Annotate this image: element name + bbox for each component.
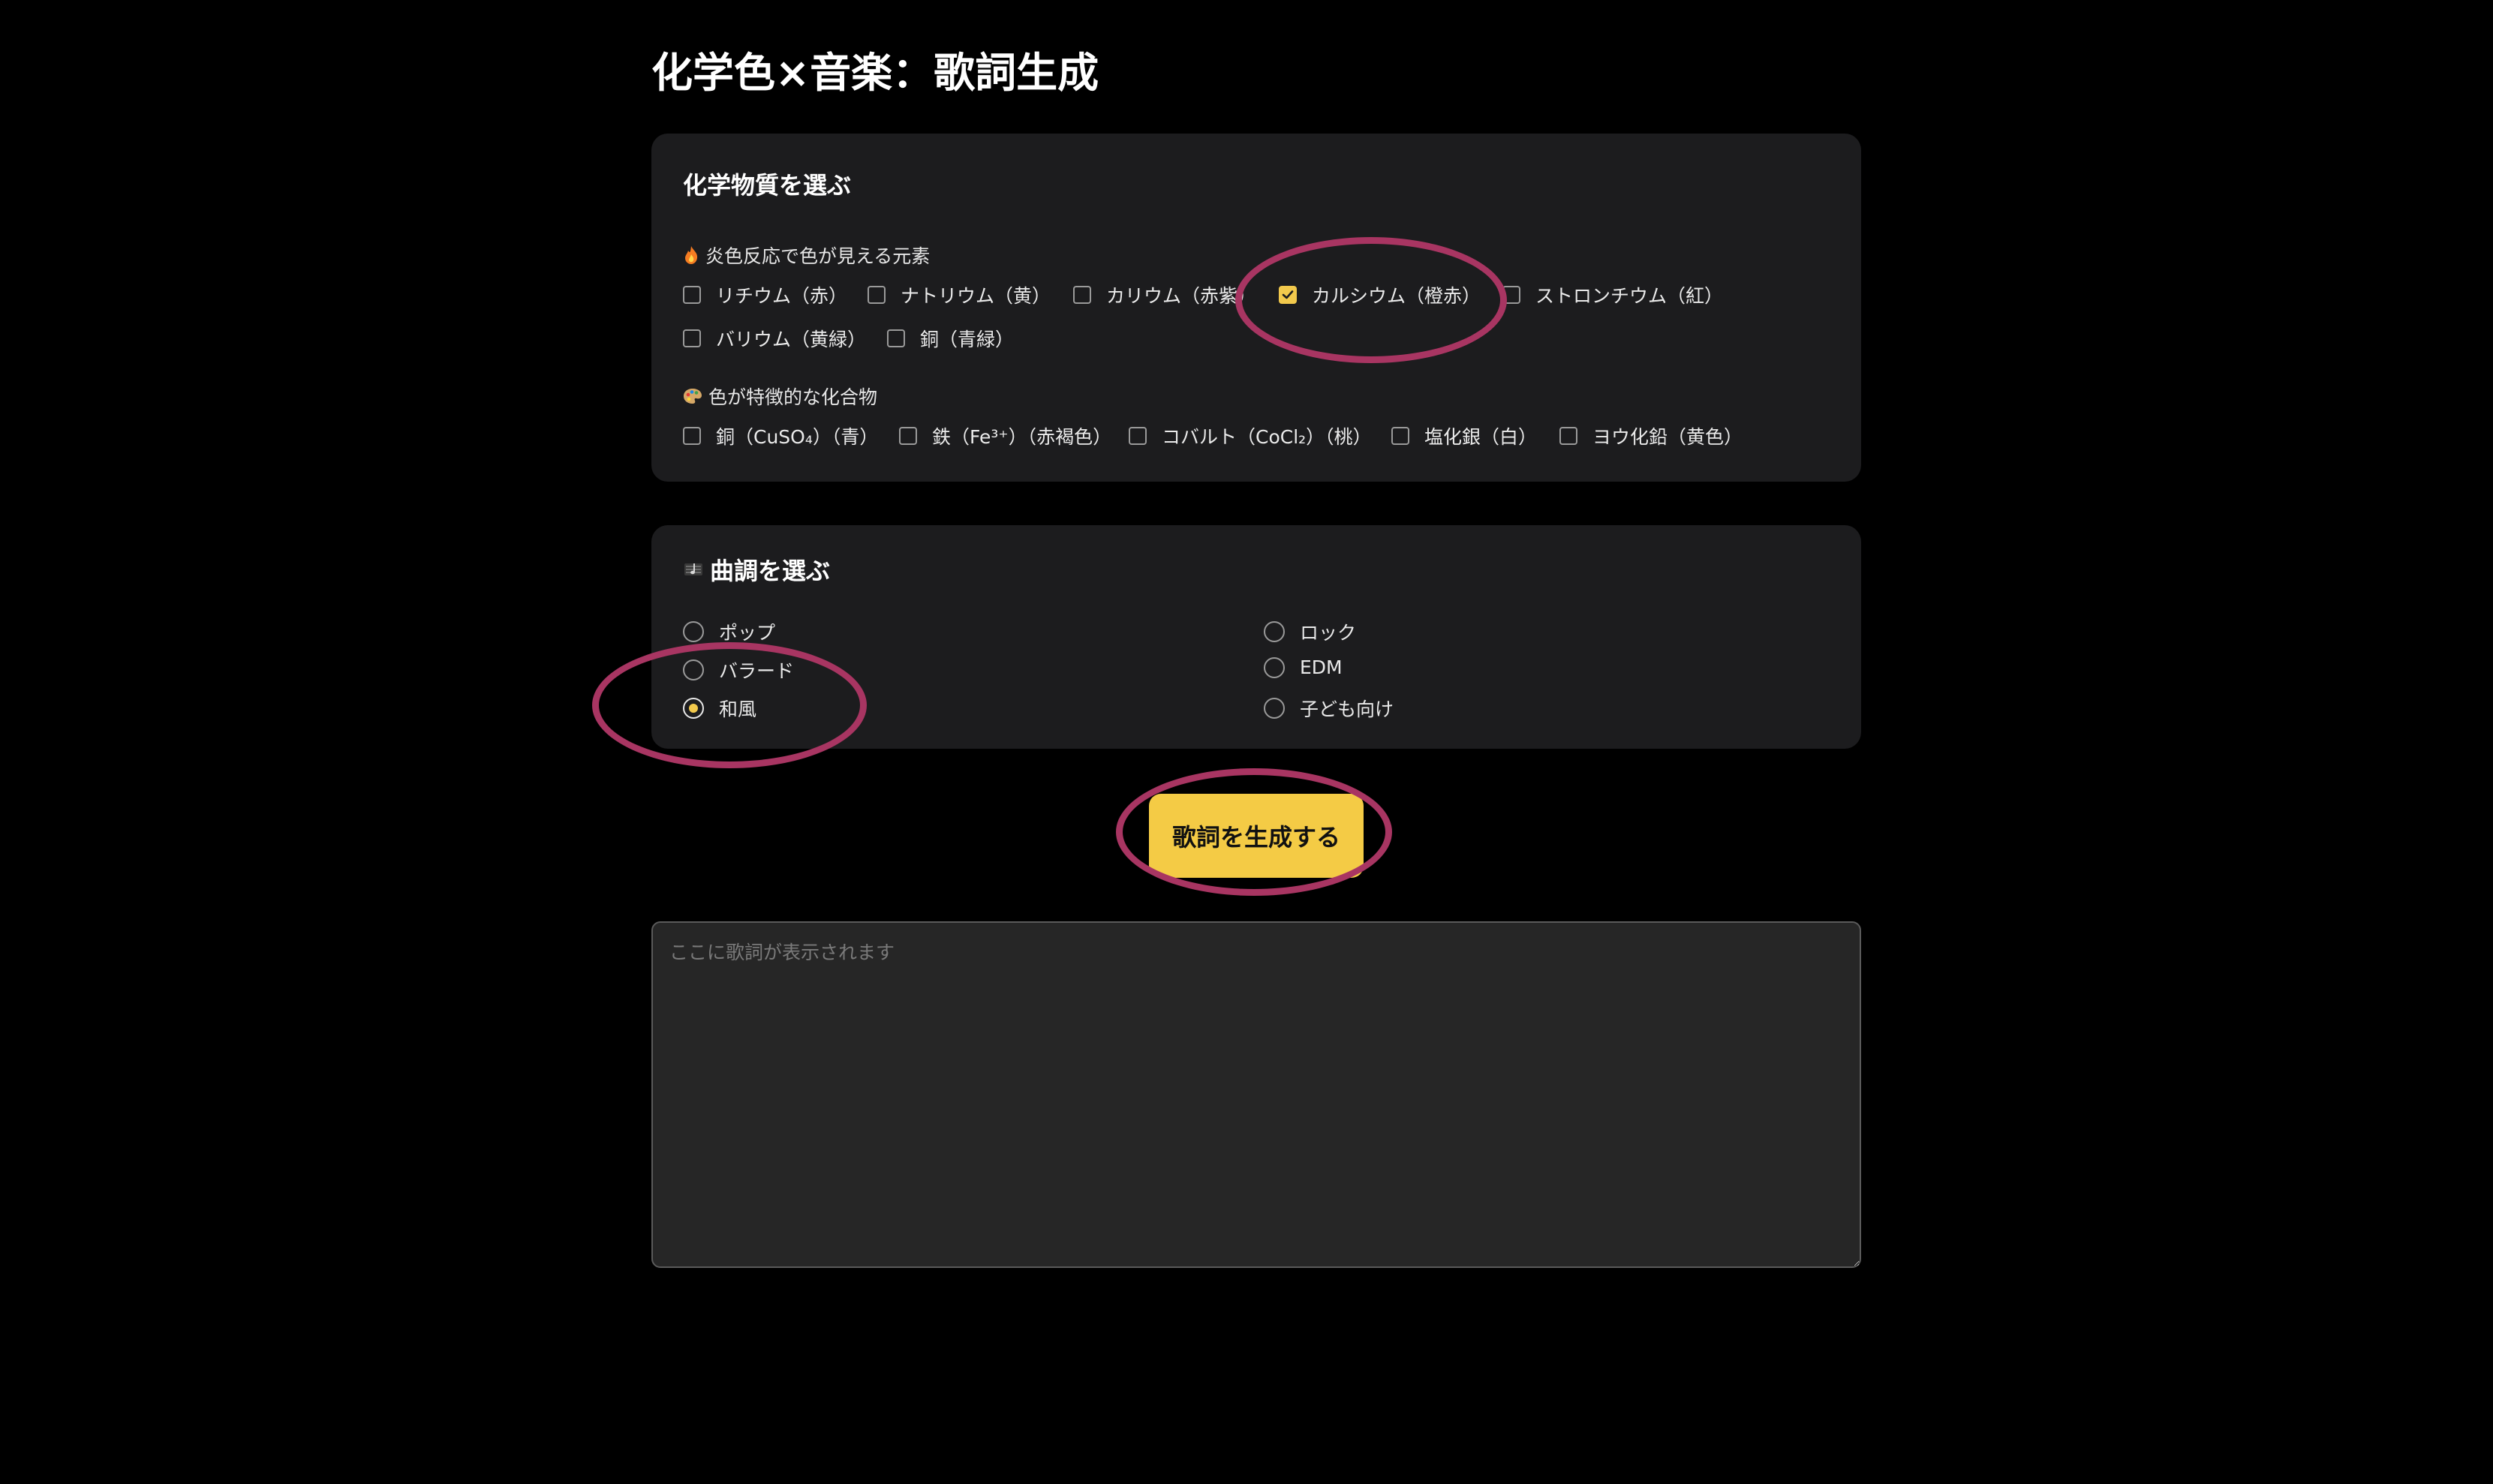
radio-pop[interactable]: ポップ xyxy=(683,618,775,645)
checkbox-copper[interactable]: 銅（青緑） xyxy=(887,325,1014,352)
palette-icon xyxy=(684,389,702,404)
radio-label: 子ども向け xyxy=(1300,698,1394,720)
checkbox-label: 銅（青緑） xyxy=(920,329,1015,350)
checkbox-calcium[interactable]: カルシウム（橙赤） xyxy=(1279,281,1487,308)
checkbox-box[interactable] xyxy=(1502,286,1520,304)
checkbox-box[interactable] xyxy=(683,329,701,347)
checkbox-box[interactable] xyxy=(868,286,886,304)
tone-section-heading-text: 曲調を選ぶ xyxy=(710,557,831,585)
radio-kids[interactable]: 子ども向け xyxy=(1264,695,1394,722)
radio-edm[interactable]: EDM xyxy=(1264,656,1343,678)
checkbox-silver-chloride[interactable]: 塩化銀（白） xyxy=(1391,422,1537,449)
page-title: 化学色×音楽：歌詞生成 xyxy=(651,49,1099,97)
radio-ballad[interactable]: バラード xyxy=(683,656,794,683)
checkbox-box[interactable] xyxy=(1073,286,1091,304)
radio-circle[interactable] xyxy=(1264,621,1285,642)
radio-label: ロック xyxy=(1300,622,1357,644)
checkbox-label: カルシウム（橙赤） xyxy=(1312,285,1481,307)
generate-lyrics-button[interactable]: 歌詞を生成する xyxy=(1149,794,1364,878)
checkbox-label: ヨウ化鉛（黄色） xyxy=(1592,426,1743,448)
checkbox-iron[interactable]: 鉄（Fe³⁺）（赤褐色） xyxy=(899,422,1111,449)
checkbox-copper-sulfate[interactable]: 銅（CuSO₄）（青） xyxy=(683,422,878,449)
checkbox-box[interactable] xyxy=(1559,427,1577,445)
checkbox-sodium[interactable]: ナトリウム（黄） xyxy=(868,281,1051,308)
radio-circle[interactable] xyxy=(683,698,704,719)
checkbox-label: 鉄（Fe³⁺）（赤褐色） xyxy=(932,426,1112,448)
checkbox-potassium[interactable]: カリウム（赤紫） xyxy=(1073,281,1256,308)
checkbox-label: コバルト（CoCl₂）（桃） xyxy=(1162,426,1372,448)
flame-reaction-label-text: 炎色反応で色が見える元素 xyxy=(705,245,931,267)
checkbox-label: ストロンチウム（紅） xyxy=(1535,285,1724,307)
radio-label: 和風 xyxy=(719,698,757,720)
checkbox-box[interactable] xyxy=(683,286,701,304)
tone-section-heading: 曲調を選ぶ xyxy=(683,552,830,587)
radio-japanese-style[interactable]: 和風 xyxy=(683,695,756,722)
radio-label: ポップ xyxy=(719,622,776,644)
fire-icon xyxy=(685,246,698,264)
radio-circle[interactable] xyxy=(1264,656,1285,678)
checkbox-label: バリウム（黄緑） xyxy=(716,329,867,350)
radio-selected-dot xyxy=(689,704,698,713)
checkbox-cobalt[interactable]: コバルト（CoCl₂）（桃） xyxy=(1129,422,1372,449)
lyrics-output[interactable] xyxy=(651,921,1861,1268)
checkbox-label: リチウム（赤） xyxy=(716,285,848,307)
checkbox-box[interactable] xyxy=(1279,286,1297,304)
checkbox-label: ナトリウム（黄） xyxy=(901,285,1051,307)
compounds-label: 色が特徴的な化合物 xyxy=(683,383,877,410)
checkbox-box[interactable] xyxy=(1391,427,1409,445)
checkbox-barium[interactable]: バリウム（黄緑） xyxy=(683,325,866,352)
check-icon xyxy=(1282,290,1294,299)
checkbox-label: カリウム（赤紫） xyxy=(1106,285,1257,307)
checkbox-lead-iodide[interactable]: ヨウ化鉛（黄色） xyxy=(1559,422,1743,449)
radio-label: EDM xyxy=(1300,656,1343,678)
checkbox-label: 銅（CuSO₄）（青） xyxy=(716,426,879,448)
radio-circle[interactable] xyxy=(1264,698,1285,719)
compounds-label-text: 色が特徴的な化合物 xyxy=(708,386,878,408)
chemical-selection-card: 化学物質を選ぶ 炎色反応で色が見える元素 リチウム（赤） ナトリウム（黄） カリ… xyxy=(651,134,1861,482)
checkbox-lithium[interactable]: リチウム（赤） xyxy=(683,281,847,308)
tone-selection-card: 曲調を選ぶ ポップ ロック バラード EDM 和風 子ども向け xyxy=(651,525,1861,749)
flame-reaction-label: 炎色反応で色が見える元素 xyxy=(683,242,930,269)
checkbox-box[interactable] xyxy=(1129,427,1147,445)
radio-label: バラード xyxy=(719,660,795,682)
checkbox-box[interactable] xyxy=(887,329,905,347)
music-score-icon xyxy=(684,563,702,575)
radio-circle[interactable] xyxy=(683,621,704,642)
checkbox-box[interactable] xyxy=(683,427,701,445)
checkbox-strontium[interactable]: ストロンチウム（紅） xyxy=(1502,281,1723,308)
checkbox-box[interactable] xyxy=(899,427,917,445)
checkbox-label: 塩化銀（白） xyxy=(1424,426,1538,448)
radio-circle[interactable] xyxy=(683,659,704,680)
chemical-section-heading: 化学物質を選ぶ xyxy=(683,171,852,200)
radio-rock[interactable]: ロック xyxy=(1264,618,1356,645)
